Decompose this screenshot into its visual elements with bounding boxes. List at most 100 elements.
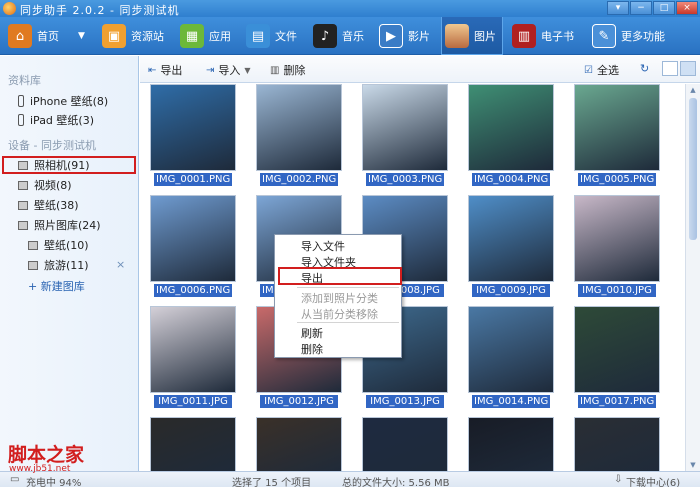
nav-label: 文件 bbox=[275, 30, 297, 43]
scroll-thumb[interactable] bbox=[689, 98, 697, 240]
nav-label: 电子书 bbox=[541, 30, 574, 43]
photo-thumbnail[interactable] bbox=[468, 84, 554, 171]
video-icon: ▶ bbox=[379, 24, 403, 48]
photo-thumbnail[interactable] bbox=[150, 84, 236, 171]
scroll-up-icon[interactable]: ▲ bbox=[686, 84, 700, 96]
menu-item-delete[interactable]: 删除 bbox=[301, 341, 323, 357]
grid-view-icon[interactable] bbox=[680, 61, 696, 76]
watermark-url: www.jb51.net bbox=[9, 464, 71, 474]
sidebar-item-album-travel[interactable]: 旅游(11) bbox=[28, 257, 89, 273]
export-label: 导出 bbox=[160, 64, 183, 77]
select-all-label: 全选 bbox=[596, 64, 619, 77]
window-controls: ▾ − □ × bbox=[607, 1, 698, 15]
photo-filename: IMG_0002.PNG bbox=[260, 173, 338, 186]
charging-status: 充电中 94% bbox=[26, 478, 82, 487]
refresh-icon[interactable]: ↻ bbox=[640, 62, 649, 75]
photo-thumbnail[interactable] bbox=[574, 84, 660, 171]
photo-thumbnail[interactable] bbox=[362, 84, 448, 171]
album-icon bbox=[18, 220, 28, 230]
book-icon: ▥ bbox=[512, 24, 536, 48]
home-icon: ⌂ bbox=[8, 24, 32, 48]
view-toggle bbox=[662, 61, 696, 76]
nav-label: 音乐 bbox=[342, 30, 364, 43]
photo-thumbnail[interactable] bbox=[574, 306, 660, 393]
menu-item-import-file[interactable]: 导入文件 bbox=[301, 238, 345, 254]
photo-filename: IMG_0013.JPG bbox=[366, 395, 444, 408]
photo-thumbnail[interactable] bbox=[574, 417, 660, 471]
menu-item-add-to-category: 添加到照片分类 bbox=[301, 292, 378, 305]
scroll-down-icon[interactable]: ▼ bbox=[686, 459, 700, 471]
maximize-button[interactable]: □ bbox=[653, 1, 675, 15]
sidebar-item-ipad-wallpaper[interactable]: iPad 壁纸(3) bbox=[18, 112, 94, 128]
remove-album-icon[interactable]: × bbox=[116, 258, 125, 271]
photo-thumbnail[interactable] bbox=[574, 195, 660, 282]
photo-filename: IMG_0004.PNG bbox=[472, 173, 550, 186]
wallpaper-icon bbox=[18, 200, 28, 210]
sidebar-item-wallpapers[interactable]: 壁纸(38) bbox=[18, 197, 79, 213]
sidebar-item-label: iPhone 壁纸(8) bbox=[30, 95, 109, 108]
camera-highlight-box bbox=[2, 156, 136, 174]
photo-thumbnail[interactable] bbox=[150, 306, 236, 393]
nav-ebooks[interactable]: ▥ 电子书 bbox=[512, 17, 574, 55]
nav-videos[interactable]: ▶ 影片 bbox=[379, 17, 430, 55]
list-view-icon[interactable] bbox=[662, 61, 678, 76]
photo-filename: IMG_0005.PNG bbox=[578, 173, 656, 186]
photo-thumbnail[interactable] bbox=[362, 417, 448, 471]
apps-icon: ▦ bbox=[180, 24, 204, 48]
new-album-link[interactable]: + 新建图库 bbox=[28, 278, 85, 294]
sidebar-item-label: iPad 壁纸(3) bbox=[30, 114, 94, 127]
menu-dropdown-button[interactable]: ▾ bbox=[607, 1, 629, 15]
chevron-down-icon[interactable]: ▼ bbox=[78, 31, 85, 41]
sidebar-item-iphone-wallpaper[interactable]: iPhone 壁纸(8) bbox=[18, 93, 108, 109]
photo-filename: IMG_0011.JPG bbox=[154, 395, 232, 408]
device-header: 设备 - 同步测试机 bbox=[8, 139, 96, 152]
grid-scrollbar[interactable]: ▲ ▼ bbox=[685, 84, 700, 471]
select-all-button[interactable]: ☑ 全选 bbox=[584, 62, 619, 78]
photo-filename: IMG_0017.PNG bbox=[578, 395, 656, 408]
photo-thumbnail[interactable] bbox=[256, 417, 342, 471]
nav-label: 更多功能 bbox=[621, 30, 665, 43]
close-button[interactable]: × bbox=[676, 1, 698, 15]
photo-filename: IMG_0010.JPG bbox=[578, 284, 656, 297]
photo-filename: IMG_0012.JPG bbox=[260, 395, 338, 408]
import-button[interactable]: ⇥ 导入 ▼ bbox=[206, 62, 251, 78]
album-icon bbox=[28, 240, 38, 250]
menu-separator bbox=[297, 322, 399, 323]
photo-filename: IMG_0006.PNG bbox=[154, 284, 232, 297]
trash-icon: ▥ bbox=[270, 64, 280, 76]
chevron-down-icon[interactable]: ▼ bbox=[244, 66, 250, 75]
photo-thumbnail[interactable] bbox=[468, 417, 554, 471]
nav-files[interactable]: ▤ 文件 bbox=[246, 17, 297, 55]
minimize-button[interactable]: − bbox=[630, 1, 652, 15]
bag-icon: ▣ bbox=[102, 24, 126, 48]
sidebar-item-label: 照片图库(24) bbox=[34, 219, 101, 232]
sidebar-item-label: 视频(8) bbox=[34, 179, 72, 192]
sidebar: 资料库 iPhone 壁纸(8) iPad 壁纸(3) 设备 - 同步测试机 照… bbox=[0, 56, 139, 471]
nav-home[interactable]: ⌂ 首页 bbox=[8, 17, 59, 55]
picture-icon bbox=[445, 23, 469, 48]
download-icon[interactable]: ⇩ bbox=[614, 474, 622, 485]
delete-button[interactable]: ▥ 删除 bbox=[270, 62, 305, 78]
download-center-link[interactable]: 下载中心(6) bbox=[626, 474, 680, 487]
photo-thumbnail[interactable] bbox=[150, 417, 236, 471]
sidebar-item-photo-library[interactable]: 照片图库(24) bbox=[18, 217, 101, 233]
photo-filename: IMG_0009.JPG bbox=[472, 284, 550, 297]
export-button[interactable]: ⇤ 导出 bbox=[148, 62, 182, 78]
menu-item-refresh[interactable]: 刷新 bbox=[301, 325, 323, 341]
video-icon bbox=[18, 180, 28, 190]
sidebar-item-album-wallpapers[interactable]: 壁纸(10) bbox=[28, 237, 89, 253]
photo-thumbnail[interactable] bbox=[256, 84, 342, 171]
photo-thumbnail[interactable] bbox=[150, 195, 236, 282]
nav-music[interactable]: ♪ 音乐 bbox=[313, 17, 364, 55]
photo-thumbnail[interactable] bbox=[468, 195, 554, 282]
photo-filename: IMG_0003.PNG bbox=[366, 173, 444, 186]
nav-pictures[interactable]: 图片 bbox=[441, 17, 503, 55]
nav-more[interactable]: ✎ 更多功能 bbox=[592, 17, 665, 55]
photo-grid: IMG_0001.PNG IMG_0002.PNG IMG_0003.PNG IMG_… bbox=[140, 84, 685, 471]
sidebar-item-videos[interactable]: 视频(8) bbox=[18, 177, 72, 193]
title-bar: 同步助手 2.0.2 - 同步测试机 ▾ − □ × bbox=[0, 0, 700, 17]
photo-thumbnail[interactable] bbox=[468, 306, 554, 393]
nav-apps[interactable]: ▦ 应用 bbox=[180, 17, 231, 55]
nav-resources[interactable]: ▣ 资源站 bbox=[102, 17, 164, 55]
ipad-icon bbox=[18, 114, 24, 126]
